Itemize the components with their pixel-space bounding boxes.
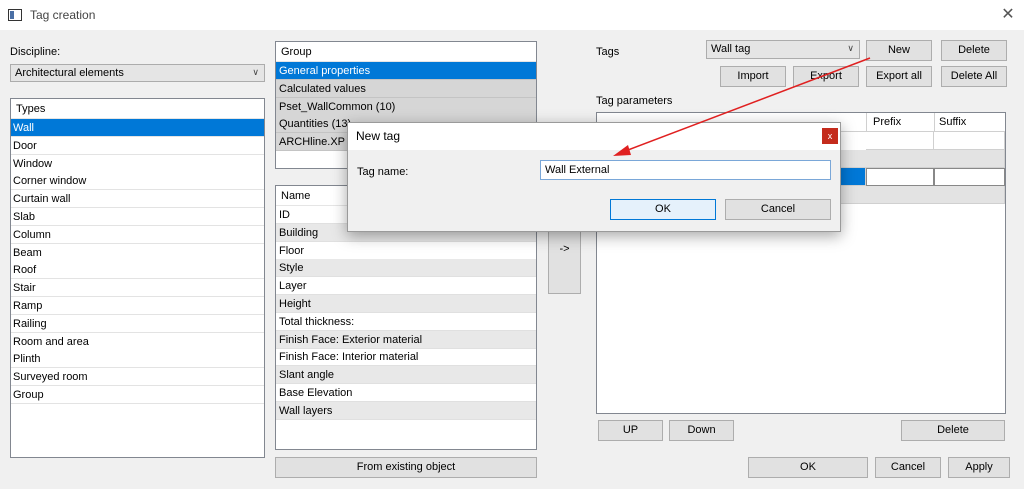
- types-header: Types: [11, 99, 264, 119]
- new-tag-dialog-title: New tag: [356, 129, 401, 143]
- list-item[interactable]: Group: [11, 386, 264, 404]
- tag-name-input[interactable]: [540, 160, 831, 180]
- prefix-column-header: Prefix: [866, 113, 934, 132]
- list-item[interactable]: Base Elevation: [276, 384, 536, 402]
- list-item[interactable]: Calculated values: [276, 79, 536, 98]
- delete-tag-button[interactable]: Delete: [941, 40, 1007, 61]
- list-item[interactable]: Curtain wall: [11, 190, 264, 209]
- list-item[interactable]: Column: [11, 225, 264, 244]
- list-item[interactable]: Height: [276, 295, 536, 313]
- discipline-select[interactable]: Architectural elements ∨: [10, 64, 265, 82]
- tag-name-label: Tag name:: [357, 166, 409, 178]
- table-cell: [866, 132, 934, 150]
- delete-all-button[interactable]: Delete All: [941, 66, 1007, 87]
- tag-parameters-label: Tag parameters: [596, 95, 673, 107]
- list-item[interactable]: Wall: [11, 119, 264, 137]
- new-tag-dialog-body: Tag name: OK Cancel: [348, 150, 840, 231]
- list-item[interactable]: General properties: [276, 62, 536, 80]
- list-item[interactable]: Railing: [11, 314, 264, 333]
- chevron-down-icon: ∨: [252, 67, 259, 77]
- list-item[interactable]: Total thickness:: [276, 313, 536, 331]
- list-item[interactable]: Finish Face: Interior material: [276, 348, 536, 367]
- list-item[interactable]: Surveyed room: [11, 368, 264, 387]
- list-item[interactable]: Door: [11, 136, 264, 155]
- window-titlebar: Tag creation ✕: [0, 0, 1024, 30]
- list-item[interactable]: Style: [276, 259, 536, 278]
- prefix-cell-input[interactable]: [866, 168, 934, 186]
- discipline-label: Discipline:: [10, 46, 61, 58]
- window-close-icon[interactable]: ✕: [998, 5, 1018, 25]
- list-item[interactable]: Corner window: [11, 172, 264, 191]
- export-button[interactable]: Export: [793, 66, 859, 87]
- list-item[interactable]: Wall layers: [276, 401, 536, 420]
- list-item[interactable]: Plinth: [11, 350, 264, 369]
- apply-button[interactable]: Apply: [948, 457, 1010, 478]
- window-title: Tag creation: [30, 8, 96, 22]
- import-button[interactable]: Import: [720, 66, 786, 87]
- ok-button[interactable]: OK: [748, 457, 868, 478]
- list-item[interactable]: Stair: [11, 279, 264, 298]
- cancel-button[interactable]: Cancel: [875, 457, 941, 478]
- export-all-button[interactable]: Export all: [866, 66, 932, 87]
- chevron-down-icon: ∨: [847, 43, 854, 53]
- move-down-button[interactable]: Down: [669, 420, 734, 441]
- window-app-icon: [8, 9, 22, 21]
- move-up-button[interactable]: UP: [598, 420, 663, 441]
- list-item[interactable]: Room and area: [11, 332, 264, 351]
- tags-selected-value: Wall tag: [711, 43, 751, 55]
- new-tag-cancel-button[interactable]: Cancel: [725, 199, 831, 220]
- new-tag-button[interactable]: New: [866, 40, 932, 61]
- new-tag-dialog: New tag x Tag name: OK Cancel: [347, 122, 841, 232]
- list-item[interactable]: Slant angle: [276, 366, 536, 385]
- list-item[interactable]: Roof: [11, 261, 264, 280]
- new-tag-ok-button[interactable]: OK: [610, 199, 716, 220]
- suffix-cell-input[interactable]: [934, 168, 1005, 186]
- list-item[interactable]: Window: [11, 154, 264, 173]
- discipline-selected-value: Architectural elements: [15, 67, 124, 79]
- from-existing-object-button[interactable]: From existing object: [275, 457, 537, 478]
- list-item[interactable]: Layer: [276, 277, 536, 296]
- list-item[interactable]: Pset_WallCommon (10): [276, 97, 536, 116]
- group-header: Group: [276, 42, 536, 62]
- tags-label: Tags: [596, 46, 620, 58]
- suffix-column-header: Suffix: [934, 113, 1005, 132]
- types-list[interactable]: Types Wall Door Window Corner window Curtain…: [10, 98, 265, 458]
- table-cell: [934, 132, 1005, 150]
- list-item[interactable]: Finish Face: Exterior material: [276, 330, 536, 349]
- list-item[interactable]: Slab: [11, 208, 264, 226]
- close-icon[interactable]: x: [822, 128, 838, 144]
- list-item[interactable]: Ramp: [11, 297, 264, 315]
- list-item[interactable]: Beam: [11, 243, 264, 262]
- tags-select[interactable]: Wall tag ∨: [706, 40, 860, 59]
- delete-parameter-button[interactable]: Delete: [901, 420, 1005, 441]
- list-item[interactable]: Floor: [276, 242, 536, 260]
